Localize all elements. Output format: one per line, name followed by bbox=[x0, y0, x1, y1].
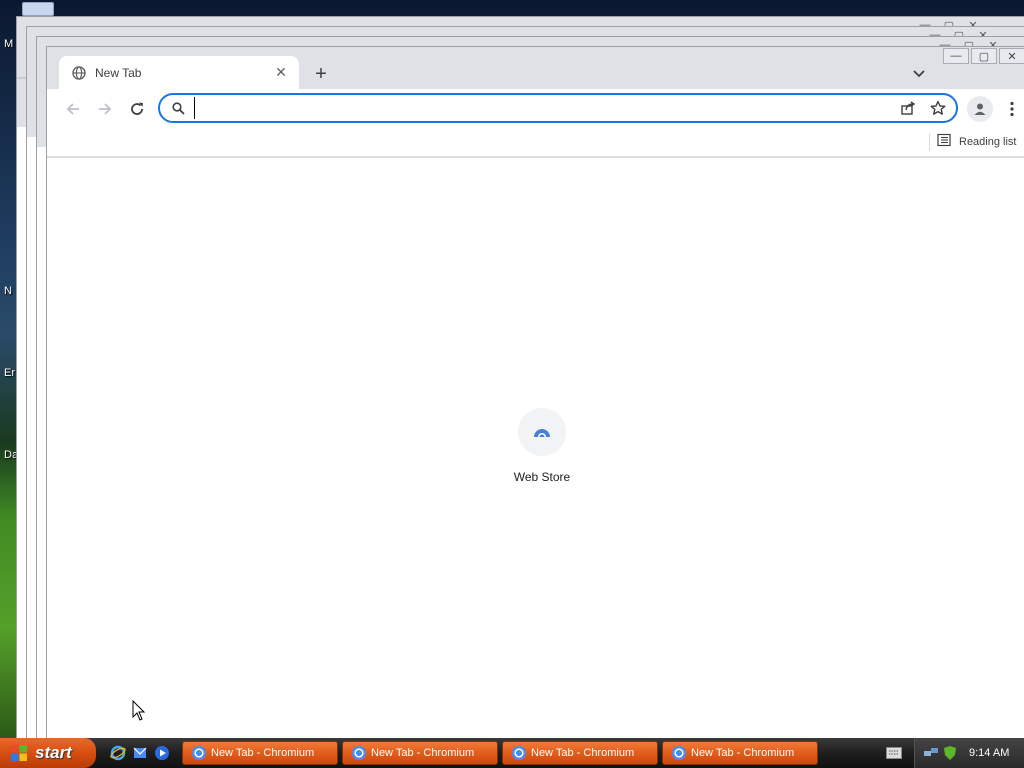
taskbar-button-label: New Tab - Chromium bbox=[371, 747, 475, 759]
tab-strip: New Tab ✕ + — ▢ ✕ bbox=[47, 47, 1024, 89]
omnibox-input[interactable] bbox=[194, 97, 896, 119]
bookmarks-bar: Reading list bbox=[47, 129, 1024, 157]
keyboard-icon[interactable] bbox=[886, 747, 902, 759]
new-tab-button[interactable]: + bbox=[309, 62, 333, 86]
reading-list-label: Reading list bbox=[959, 136, 1017, 148]
maximize-icon[interactable]: ▢ bbox=[971, 48, 997, 64]
reading-list-icon bbox=[937, 133, 951, 152]
new-tab-page: Web Store bbox=[47, 158, 1024, 739]
desktop-label-my[interactable]: M bbox=[4, 38, 13, 50]
back-arrow-icon[interactable] bbox=[59, 95, 87, 123]
security-shield-icon[interactable] bbox=[943, 745, 957, 766]
share-icon[interactable] bbox=[896, 96, 920, 120]
shortcut-label: Web Store bbox=[513, 470, 571, 484]
profile-avatar-icon[interactable] bbox=[967, 96, 993, 122]
close-icon[interactable]: ✕ bbox=[999, 48, 1024, 64]
menu-dots-icon[interactable] bbox=[1003, 96, 1021, 122]
desktop-label-network[interactable]: N bbox=[4, 285, 12, 297]
windows-flag-icon bbox=[11, 745, 27, 761]
outlook-express-icon[interactable] bbox=[132, 745, 148, 761]
taskbar-window-button[interactable]: New Tab - Chromium bbox=[342, 741, 498, 765]
window-controls: — ▢ ✕ bbox=[941, 48, 1024, 64]
internet-explorer-icon[interactable] bbox=[110, 745, 126, 761]
taskbar-button-label: New Tab - Chromium bbox=[531, 747, 635, 759]
tab-new-tab[interactable]: New Tab ✕ bbox=[59, 56, 299, 89]
taskbar-button-label: New Tab - Chromium bbox=[211, 747, 315, 759]
webstore-icon bbox=[518, 408, 566, 456]
browser-toolbar bbox=[47, 89, 1024, 129]
chromium-icon bbox=[192, 746, 206, 760]
chromium-icon bbox=[352, 746, 366, 760]
my-computer-icon[interactable] bbox=[22, 2, 54, 16]
search-icon bbox=[170, 100, 186, 116]
tab-close-icon[interactable]: ✕ bbox=[273, 64, 289, 81]
taskbar-window-button[interactable]: New Tab - Chromium bbox=[662, 741, 818, 765]
taskbar: start New Tab - Chromium New Tab - Chrom… bbox=[0, 738, 1024, 768]
start-label: start bbox=[35, 743, 72, 762]
system-tray: 9:14 AM bbox=[914, 738, 1024, 768]
browser-window: New Tab ✕ + — ▢ ✕ Reading list Web Store bbox=[46, 46, 1024, 739]
network-icon[interactable] bbox=[923, 745, 939, 766]
bookmarks-divider bbox=[929, 133, 930, 151]
chromium-icon bbox=[672, 746, 686, 760]
forward-arrow-icon[interactable] bbox=[91, 95, 119, 123]
reload-icon[interactable] bbox=[123, 95, 151, 123]
globe-icon bbox=[71, 65, 87, 81]
desktop-label-en[interactable]: Er bbox=[4, 367, 15, 379]
omnibox[interactable] bbox=[158, 93, 958, 123]
clock[interactable]: 9:14 AM bbox=[969, 747, 1009, 759]
taskbar-window-button[interactable]: New Tab - Chromium bbox=[502, 741, 658, 765]
minimize-icon[interactable]: — bbox=[943, 48, 969, 64]
tab-title: New Tab bbox=[95, 65, 142, 80]
reading-list-button[interactable]: Reading list bbox=[937, 131, 1016, 153]
media-player-icon[interactable] bbox=[154, 745, 170, 761]
taskbar-button-label: New Tab - Chromium bbox=[691, 747, 795, 759]
shortcut-web-store[interactable]: Web Store bbox=[509, 408, 575, 484]
taskbar-window-button[interactable]: New Tab - Chromium bbox=[182, 741, 338, 765]
chromium-icon bbox=[512, 746, 526, 760]
bookmark-star-icon[interactable] bbox=[926, 96, 950, 120]
mouse-cursor-icon bbox=[132, 700, 146, 721]
start-button[interactable]: start bbox=[0, 738, 96, 768]
tab-search-chevron-icon[interactable] bbox=[907, 63, 931, 85]
